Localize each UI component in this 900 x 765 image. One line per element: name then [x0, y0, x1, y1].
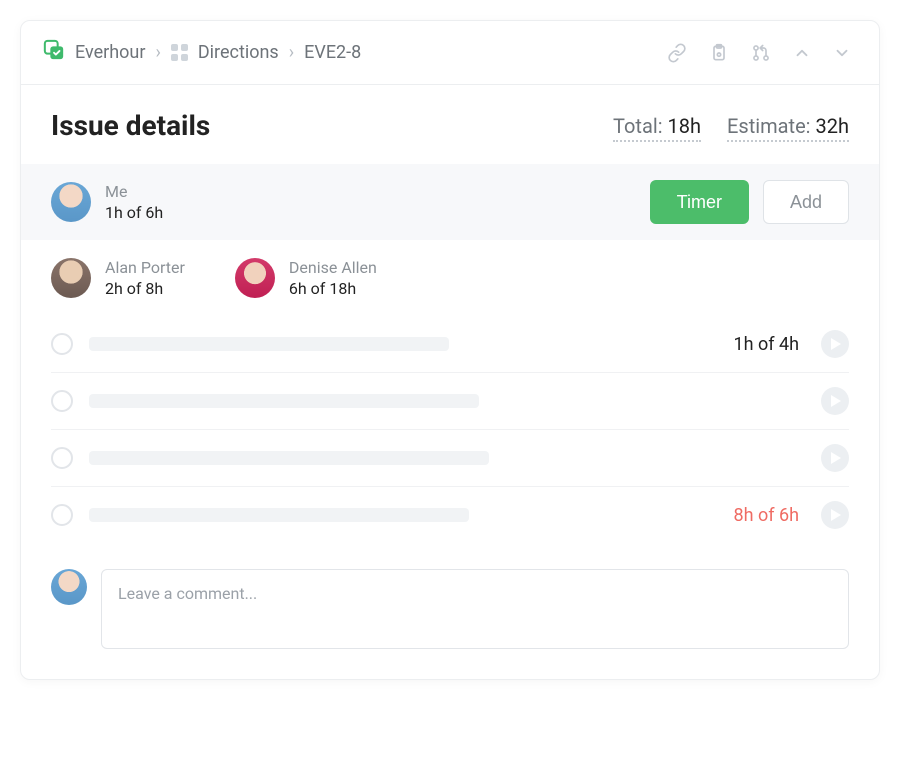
- breadcrumb-separator: ›: [155, 42, 160, 63]
- time-stats: Total: 18h Estimate: 32h: [613, 114, 849, 142]
- assignee-name: Denise Allen: [289, 258, 377, 277]
- breadcrumb: Everhour › Directions › EVE2-8: [43, 39, 361, 66]
- add-button[interactable]: Add: [763, 180, 849, 224]
- subtask-row: [51, 372, 849, 429]
- comment-row: [21, 543, 879, 679]
- breadcrumb-issue[interactable]: EVE2-8: [304, 42, 361, 63]
- subtask-title-placeholder: [89, 394, 805, 408]
- me-info: Me 1h of 6h: [51, 182, 163, 222]
- me-label: Me: [105, 182, 163, 201]
- assignee: Alan Porter 2h of 8h: [51, 258, 185, 298]
- subtask-title-placeholder: [89, 451, 805, 465]
- avatar: [235, 258, 275, 298]
- title-row: Issue details Total: 18h Estimate: 32h: [21, 85, 879, 164]
- breadcrumb-project[interactable]: Everhour: [75, 42, 145, 63]
- checkbox-circle[interactable]: [51, 390, 73, 412]
- issue-card: Everhour › Directions › EVE2-8: [20, 20, 880, 680]
- assignee-time: 2h of 8h: [105, 279, 185, 298]
- assignee: Denise Allen 6h of 18h: [235, 258, 377, 298]
- page-title: Issue details: [51, 109, 210, 142]
- breadcrumb-separator: ›: [289, 42, 294, 63]
- assignee-time: 6h of 18h: [289, 279, 377, 298]
- play-icon[interactable]: [821, 330, 849, 358]
- pull-request-icon[interactable]: [751, 43, 771, 63]
- checkbox-circle[interactable]: [51, 504, 73, 526]
- checkbox-circle[interactable]: [51, 447, 73, 469]
- play-icon[interactable]: [821, 444, 849, 472]
- header: Everhour › Directions › EVE2-8: [21, 21, 879, 85]
- avatar: [51, 569, 87, 605]
- subtask-time: 1h of 4h: [733, 334, 799, 355]
- assignee-name: Alan Porter: [105, 258, 185, 277]
- play-icon[interactable]: [821, 387, 849, 415]
- subtask-list: 1h of 4h 8h of 6h: [21, 306, 879, 543]
- subtask-title-placeholder: [89, 337, 717, 351]
- estimate-stat[interactable]: Estimate: 32h: [727, 114, 849, 142]
- breadcrumb-board[interactable]: Directions: [198, 42, 279, 63]
- subtask-row: 1h of 4h: [51, 316, 849, 372]
- avatar: [51, 182, 91, 222]
- subtask-row: [51, 429, 849, 486]
- header-actions: [667, 43, 851, 63]
- total-label: Total:: [613, 114, 663, 138]
- checkbox-circle[interactable]: [51, 333, 73, 355]
- clipboard-icon[interactable]: [709, 43, 729, 63]
- subtask-row: 8h of 6h: [51, 486, 849, 543]
- app-logo-icon: [43, 39, 65, 66]
- timer-button[interactable]: Timer: [650, 180, 749, 224]
- board-icon: [171, 44, 188, 61]
- subtask-time: 8h of 6h: [733, 505, 799, 526]
- avatar: [51, 258, 91, 298]
- total-stat[interactable]: Total: 18h: [613, 114, 701, 142]
- play-icon[interactable]: [821, 501, 849, 529]
- chevron-down-icon[interactable]: [833, 44, 851, 62]
- subtask-title-placeholder: [89, 508, 717, 522]
- estimate-value: 32h: [816, 114, 850, 138]
- comment-input[interactable]: [101, 569, 849, 649]
- total-value: 18h: [668, 114, 702, 138]
- chevron-up-icon[interactable]: [793, 44, 811, 62]
- me-time: 1h of 6h: [105, 203, 163, 222]
- link-icon[interactable]: [667, 43, 687, 63]
- estimate-label: Estimate:: [727, 114, 811, 138]
- me-row: Me 1h of 6h Timer Add: [21, 164, 879, 240]
- assignees: Alan Porter 2h of 8h Denise Allen 6h of …: [21, 240, 879, 306]
